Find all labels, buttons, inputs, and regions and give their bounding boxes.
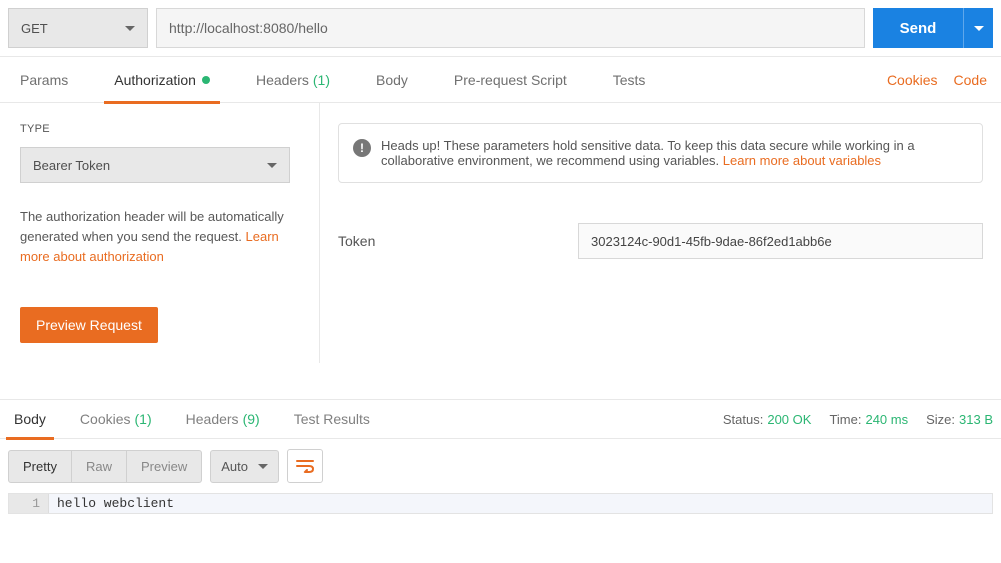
- response-tab-headers[interactable]: Headers (9): [180, 399, 266, 439]
- tab-headers[interactable]: Headers (1): [250, 57, 336, 103]
- info-icon: !: [353, 139, 371, 157]
- auth-help-text: The authorization header will be automat…: [20, 207, 290, 267]
- response-tab-test-results[interactable]: Test Results: [288, 399, 376, 439]
- tab-body[interactable]: Body: [370, 57, 414, 103]
- code-link[interactable]: Code: [954, 72, 987, 88]
- send-dropdown-button[interactable]: [963, 8, 993, 48]
- time-label: Time:240 ms: [829, 412, 908, 427]
- http-method-value: GET: [21, 21, 48, 36]
- status-value: 200 OK: [767, 412, 811, 427]
- format-select[interactable]: Auto: [210, 450, 279, 483]
- response-tab-body[interactable]: Body: [8, 399, 52, 439]
- status-label: Status:200 OK: [723, 412, 812, 427]
- size-value: 313 B: [959, 412, 993, 427]
- learn-variables-link[interactable]: Learn more about variables: [723, 153, 881, 168]
- chevron-down-icon: [974, 26, 984, 31]
- chevron-down-icon: [258, 464, 268, 469]
- time-value: 240 ms: [865, 412, 908, 427]
- view-pretty-button[interactable]: Pretty: [9, 451, 72, 482]
- view-raw-button[interactable]: Raw: [72, 451, 127, 482]
- response-body-area[interactable]: 1 hello webclient: [8, 493, 993, 514]
- tab-tests[interactable]: Tests: [607, 57, 652, 103]
- preview-request-button[interactable]: Preview Request: [20, 307, 158, 343]
- auth-active-indicator-icon: [202, 76, 210, 84]
- view-preview-button[interactable]: Preview: [127, 451, 201, 482]
- response-tab-cookies[interactable]: Cookies (1): [74, 399, 158, 439]
- send-button[interactable]: Send: [873, 8, 963, 48]
- auth-type-label: TYPE: [20, 123, 299, 135]
- auth-type-select[interactable]: Bearer Token: [20, 147, 290, 183]
- wrap-icon: [296, 459, 314, 473]
- token-input[interactable]: [578, 223, 983, 259]
- tab-params[interactable]: Params: [14, 57, 74, 103]
- line-number: 1: [9, 494, 49, 513]
- auth-type-value: Bearer Token: [33, 158, 110, 173]
- size-label: Size:313 B: [926, 412, 993, 427]
- chevron-down-icon: [125, 26, 135, 31]
- http-method-select[interactable]: GET: [8, 8, 148, 48]
- sensitive-data-banner: ! Heads up! These parameters hold sensit…: [338, 123, 983, 183]
- wrap-toggle-button[interactable]: [287, 449, 323, 483]
- token-label: Token: [338, 233, 578, 249]
- tab-authorization[interactable]: Authorization: [108, 57, 216, 103]
- cookies-link[interactable]: Cookies: [887, 72, 938, 88]
- response-body-text: hello webclient: [49, 494, 992, 513]
- chevron-down-icon: [267, 163, 277, 168]
- view-mode-group: Pretty Raw Preview: [8, 450, 202, 483]
- url-input[interactable]: [156, 8, 865, 48]
- tab-prerequest[interactable]: Pre-request Script: [448, 57, 573, 103]
